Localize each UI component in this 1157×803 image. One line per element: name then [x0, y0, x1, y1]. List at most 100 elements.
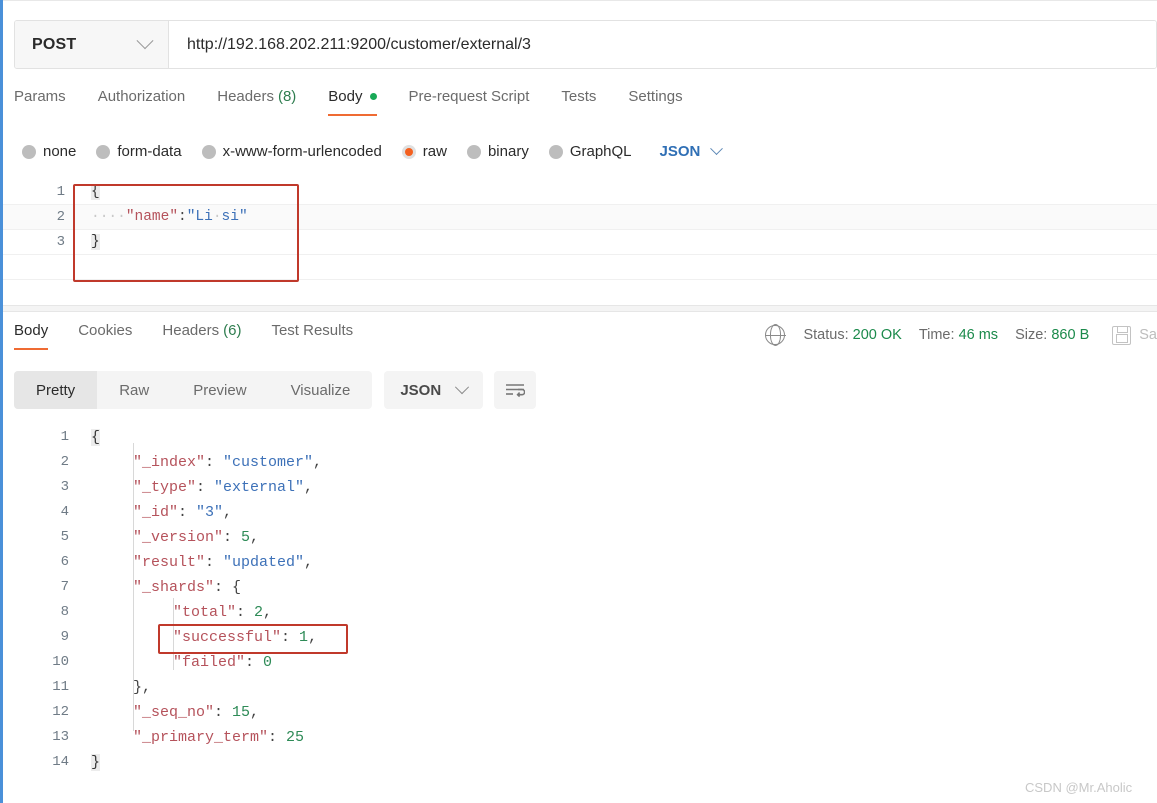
- json-key: "_type": [133, 479, 197, 496]
- tab-headers[interactable]: Headers (8): [217, 88, 296, 116]
- response-line: 5 "_version": 5,: [3, 525, 1157, 550]
- value-space-dot: ·: [212, 209, 222, 225]
- line-number: 14: [52, 754, 69, 770]
- tab-headers-label: Headers: [217, 88, 274, 105]
- response-line: 12 "_seq_no": 15,: [3, 700, 1157, 725]
- radio-icon: [201, 144, 216, 159]
- save-response-label[interactable]: Sa: [1139, 327, 1157, 343]
- response-tab-headers[interactable]: Headers (6): [162, 322, 241, 350]
- line-number: 2: [60, 454, 69, 470]
- line-code: "_seq_no": 15,: [133, 700, 259, 725]
- json-value: 15: [232, 704, 251, 721]
- json-key: "_primary_term": [133, 729, 269, 746]
- response-tab-headers-label: Headers: [162, 322, 220, 339]
- request-body-editor[interactable]: 1 { 2 ····"name":"Li·si" 3 }: [3, 180, 1157, 300]
- line-code: "total": 2,: [173, 600, 272, 625]
- json-value: "external": [214, 479, 305, 496]
- tab-settings-label: Settings: [628, 88, 683, 105]
- http-method-label: POST: [32, 35, 77, 53]
- line-number: 9: [60, 629, 69, 645]
- response-tab-cookies-label: Cookies: [78, 322, 133, 339]
- body-type-raw[interactable]: raw: [401, 143, 447, 160]
- body-type-none-label: none: [43, 143, 77, 160]
- watermark: CSDN @Mr.Aholic: [1025, 780, 1133, 795]
- view-mode-pretty[interactable]: Pretty: [14, 371, 98, 409]
- line-code: "result": "updated",: [133, 550, 313, 575]
- response-tab-body[interactable]: Body: [14, 322, 49, 350]
- status-badge: Status: 200 OK: [803, 327, 901, 343]
- json-value: {: [232, 579, 242, 596]
- word-wrap-toggle[interactable]: [494, 371, 537, 409]
- radio-icon: [466, 144, 481, 159]
- view-mode-visualize[interactable]: Visualize: [269, 371, 373, 409]
- word-wrap-icon: [506, 384, 526, 398]
- response-format-select[interactable]: JSON: [384, 371, 484, 409]
- response-tab-cookies[interactable]: Cookies: [78, 322, 132, 350]
- line-number: 3: [56, 234, 65, 250]
- time-value: 46 ms: [958, 327, 999, 343]
- body-type-none[interactable]: none: [22, 143, 76, 160]
- json-key: "_seq_no": [133, 704, 215, 721]
- json-comma: ,: [304, 479, 314, 496]
- tab-body[interactable]: Body: [328, 88, 377, 116]
- line-code: "failed": 0: [173, 650, 272, 675]
- response-view-toolbar: Pretty Raw Preview Visualize JSON: [14, 371, 537, 409]
- response-line: 11 },: [3, 675, 1157, 700]
- url-bar: POST http://192.168.202.211:9200/custome…: [14, 20, 1157, 69]
- line-number: 11: [52, 679, 69, 695]
- json-comma: ,: [223, 504, 233, 521]
- body-type-urlencoded[interactable]: x-www-form-urlencoded: [201, 143, 382, 160]
- chevron-down-icon: [136, 31, 154, 49]
- json-colon: :: [178, 209, 187, 225]
- url-input[interactable]: http://192.168.202.211:9200/customer/ext…: [169, 21, 1156, 68]
- open-brace: {: [91, 429, 101, 446]
- save-disk-icon[interactable]: [1112, 325, 1132, 345]
- json-comma: ,: [250, 529, 260, 546]
- json-sep: :: [196, 479, 215, 496]
- response-tab-test-results[interactable]: Test Results: [271, 322, 353, 350]
- line-number: 2: [56, 209, 65, 225]
- line-code: ····"name":"Li·si": [91, 205, 248, 230]
- body-language-select[interactable]: JSON: [660, 142, 724, 160]
- response-body-viewer[interactable]: 1 { 2 "_index": "customer", 3 "_type": "…: [3, 425, 1157, 775]
- json-comma: ,: [308, 629, 318, 646]
- response-line: 7 "_shards": {: [3, 575, 1157, 600]
- body-type-binary-label: binary: [487, 143, 529, 160]
- pane-splitter[interactable]: [3, 305, 1157, 312]
- json-sep: :: [236, 604, 255, 621]
- body-type-form-data[interactable]: form-data: [96, 143, 182, 160]
- line-number: 12: [52, 704, 69, 720]
- chevron-down-icon: [710, 142, 724, 156]
- tab-headers-count: (8): [277, 88, 297, 105]
- tab-settings[interactable]: Settings: [628, 88, 682, 116]
- response-line: 1 {: [3, 425, 1157, 450]
- json-key: "_id": [133, 504, 179, 521]
- response-tab-headers-count: (6): [223, 322, 242, 339]
- tab-authorization[interactable]: Authorization: [98, 88, 186, 116]
- line-code: "_version": 5,: [133, 525, 259, 550]
- json-value: "updated": [223, 554, 305, 571]
- request-tab-bar: Params Authorization Headers (8) Body Pr…: [14, 88, 715, 128]
- json-sep: :: [205, 454, 224, 471]
- view-mode-raw[interactable]: Raw: [97, 371, 171, 409]
- view-mode-preview[interactable]: Preview: [171, 371, 268, 409]
- response-status-strip: Status: 200 OK Time: 46 ms Size: 860 B S…: [764, 322, 1157, 348]
- tab-params[interactable]: Params: [14, 88, 66, 116]
- view-mode-raw-label: Raw: [119, 381, 150, 399]
- tab-tests[interactable]: Tests: [561, 88, 596, 116]
- editor-line: 2 ····"name":"Li·si": [3, 205, 1157, 230]
- globe-icon: [764, 324, 787, 346]
- response-line: 3 "_type": "external",: [3, 475, 1157, 500]
- chevron-down-icon: [455, 380, 470, 395]
- json-value: "customer": [223, 454, 314, 471]
- body-type-form-data-label: form-data: [117, 143, 182, 160]
- tab-pre-request-script[interactable]: Pre-request Script: [409, 88, 530, 116]
- json-key: "failed": [173, 654, 246, 671]
- tab-pre-request-script-label: Pre-request Script: [408, 88, 530, 105]
- body-type-graphql[interactable]: GraphQL: [548, 143, 632, 160]
- body-type-binary[interactable]: binary: [466, 143, 529, 160]
- http-method-select[interactable]: POST: [15, 21, 169, 68]
- line-code: "_primary_term": 25: [133, 725, 304, 750]
- view-mode-preview-label: Preview: [193, 381, 247, 399]
- line-code: {: [91, 425, 101, 450]
